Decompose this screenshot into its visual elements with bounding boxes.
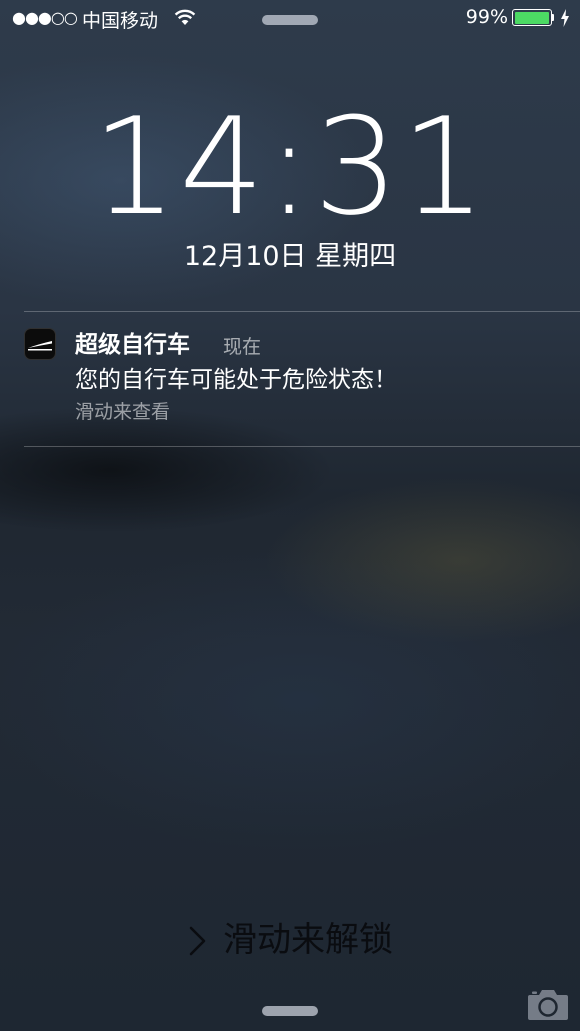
slide-to-unlock-content[interactable]: 滑动来解锁 (187, 918, 393, 962)
carrier-name: 中国移动 (82, 10, 159, 32)
slide-to-unlock-label: 滑动来解锁 (223, 920, 393, 960)
battery-level-fill (514, 11, 550, 24)
wifi-icon (174, 9, 196, 25)
lockscreen-time: 14:31 (91, 89, 489, 245)
bolt-icon (561, 9, 569, 27)
chevron-right-icon (189, 926, 206, 956)
battery-percentage: 99% (465, 6, 508, 28)
bike-swoosh-icon (28, 341, 52, 351)
notification-divider-bottom (24, 446, 580, 447)
camera-icon[interactable] (526, 986, 570, 1022)
lockscreen-date: 12月10日 星期四 (183, 241, 397, 272)
notification-center-grabber[interactable] (262, 15, 318, 25)
slide-to-unlock[interactable]: 滑动来解锁 (0, 918, 580, 962)
notification-app-name: 超级自行车 (75, 332, 190, 358)
notification-message: 您的自行车可能处于危险状态！ (75, 367, 397, 393)
notification-action-hint: 滑动来查看 (75, 401, 171, 423)
control-center-grabber[interactable] (262, 1006, 318, 1016)
battery-nub (552, 14, 554, 21)
battery-icon (512, 9, 552, 26)
notification-time: 现在 (223, 336, 262, 358)
notification-card[interactable]: 超级自行车 现在 您的自行车可能处于危险状态！ 滑动来查看 (0, 312, 580, 446)
bike-app-icon (24, 328, 56, 360)
signal-strength: ●●●○○ (12, 8, 78, 27)
status-bar: ●●●○○ 中国移动 99% (0, 0, 580, 40)
